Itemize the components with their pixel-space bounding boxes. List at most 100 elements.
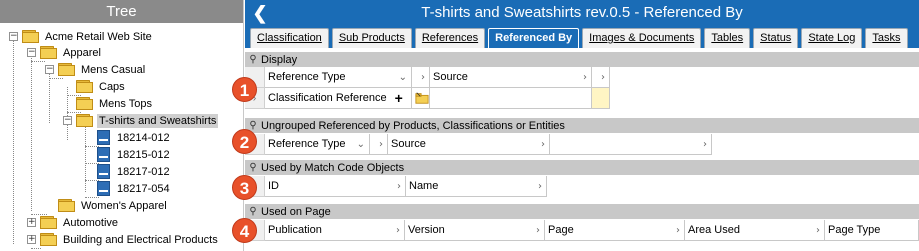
reference-type-cell[interactable]: Classification Reference + bbox=[265, 88, 412, 109]
tree-node-label: Mens Tops bbox=[99, 97, 152, 110]
callout-badge-1: 1 bbox=[232, 77, 257, 102]
ungrouped-header-row: Reference Type ⌄ › Source › › bbox=[245, 134, 712, 155]
chevron-down-icon[interactable]: ⌄ bbox=[399, 67, 407, 88]
callout-badge-4: 4 bbox=[232, 218, 257, 243]
column-header-name[interactable]: Name › bbox=[406, 176, 547, 197]
tab-strip: Classification Sub Products References R… bbox=[245, 26, 919, 48]
product-icon bbox=[96, 147, 111, 162]
chevron-right-icon: › bbox=[703, 139, 707, 150]
column-expander[interactable]: › bbox=[412, 67, 430, 88]
pin-icon[interactable]: ⚲ bbox=[245, 52, 261, 67]
tree-node-18214-012[interactable]: 18214-012 bbox=[96, 129, 172, 146]
tree-node-womens-apparel[interactable]: Women's Apparel bbox=[58, 197, 169, 214]
product-icon bbox=[96, 164, 111, 179]
tree-panel: Tree − Acme Retail Web Site − Apparel − bbox=[0, 0, 244, 251]
column-header-source[interactable]: Source › bbox=[388, 134, 550, 155]
column-header-page[interactable]: Page › bbox=[545, 220, 685, 241]
section-display-header[interactable]: ⚲ Display bbox=[245, 52, 919, 67]
folder-icon bbox=[58, 63, 75, 76]
tree-node-label: Apparel bbox=[63, 46, 101, 59]
folder-icon bbox=[76, 114, 93, 127]
source-edit-cell[interactable] bbox=[592, 88, 610, 109]
column-expander[interactable]: › bbox=[370, 134, 388, 155]
tree-node-label: Women's Apparel bbox=[81, 199, 167, 212]
tree-node-acme-retail-web-site[interactable]: Acme Retail Web Site bbox=[22, 28, 154, 45]
tree-node-label: Building and Electrical Products bbox=[63, 233, 218, 246]
tab-references[interactable]: References bbox=[414, 28, 486, 48]
folder-icon bbox=[40, 233, 57, 246]
reference-type-value: Classification Reference bbox=[268, 92, 387, 104]
folder-icon bbox=[22, 30, 39, 43]
section-used-on-page-header[interactable]: ⚲ Used on Page bbox=[245, 204, 919, 219]
section-match-code-header[interactable]: ⚲ Used by Match Code Objects bbox=[245, 160, 919, 175]
tab-classification[interactable]: Classification bbox=[250, 28, 329, 48]
collapse-toggle[interactable]: − bbox=[27, 48, 36, 57]
pin-icon[interactable]: ⚲ bbox=[245, 204, 261, 219]
tree-node-mens-tops[interactable]: Mens Tops bbox=[76, 95, 154, 112]
column-header-source[interactable]: Source › bbox=[430, 67, 592, 88]
tree-node-t-shirts-and-sweatshirts[interactable]: T-shirts and Sweatshirts bbox=[76, 112, 219, 129]
tab-sub-products[interactable]: Sub Products bbox=[331, 28, 412, 48]
tree-node-18217-054[interactable]: 18217-054 bbox=[96, 180, 172, 197]
display-header-row: Reference Type ⌄ › Source › › bbox=[245, 67, 610, 88]
column-header-version[interactable]: Version › bbox=[405, 220, 545, 241]
column-empty[interactable]: › bbox=[550, 134, 712, 155]
chevron-down-icon[interactable]: ⌄ bbox=[357, 134, 365, 155]
folder-icon bbox=[76, 97, 93, 110]
match-code-header-row: ID › Name › bbox=[245, 176, 547, 197]
tab-tables[interactable]: Tables bbox=[704, 28, 751, 48]
tree-header: Tree bbox=[0, 0, 243, 23]
expand-toggle[interactable]: + bbox=[27, 235, 36, 244]
tab-state-log[interactable]: State Log bbox=[801, 28, 863, 48]
expand-toggle[interactable]: + bbox=[27, 218, 36, 227]
page-title: T-shirts and Sweatshirts rev.0.5 - Refer… bbox=[421, 4, 743, 21]
folder-icon bbox=[58, 199, 75, 212]
section-title: Used on Page bbox=[261, 205, 331, 218]
folder-icon bbox=[76, 80, 93, 93]
column-header-publication[interactable]: Publication › bbox=[265, 220, 405, 241]
chevron-right-icon: › bbox=[397, 181, 401, 192]
tab-referenced-by[interactable]: Referenced By bbox=[488, 28, 580, 48]
tree-node-18217-012[interactable]: 18217-012 bbox=[96, 163, 172, 180]
chevron-right-icon: › bbox=[541, 139, 545, 150]
column-header-area-used[interactable]: Area Used › bbox=[685, 220, 825, 241]
tree-node-label: 18214-012 bbox=[117, 131, 170, 144]
column-expander[interactable]: › bbox=[592, 67, 610, 88]
tree-node-automotive[interactable]: Automotive bbox=[40, 214, 120, 231]
tree-node-label: Mens Casual bbox=[81, 63, 146, 76]
tree-node-mens-casual[interactable]: Mens Casual bbox=[58, 61, 147, 78]
add-icon[interactable]: + bbox=[395, 90, 403, 106]
section-title: Ungrouped Referenced by Products, Classi… bbox=[261, 119, 565, 132]
callout-badge-2: 2 bbox=[232, 129, 257, 154]
collapse-toggle[interactable]: − bbox=[9, 32, 18, 41]
display-data-row[interactable]: › Classification Reference + bbox=[245, 88, 610, 109]
column-header-page-type[interactable]: Page Type bbox=[825, 220, 919, 241]
chevron-right-icon: › bbox=[536, 225, 540, 236]
source-value-cell[interactable] bbox=[430, 88, 592, 109]
tab-images-documents[interactable]: Images & Documents bbox=[582, 28, 702, 48]
section-title: Used by Match Code Objects bbox=[261, 161, 405, 174]
tree-node-label: 18215-012 bbox=[117, 148, 170, 161]
tab-tasks[interactable]: Tasks bbox=[865, 28, 908, 48]
product-icon bbox=[96, 130, 111, 145]
tree-node-apparel[interactable]: Apparel bbox=[40, 44, 103, 61]
column-header-id[interactable]: ID › bbox=[265, 176, 406, 197]
pin-icon[interactable]: ⚲ bbox=[245, 160, 261, 175]
column-header-reference-type[interactable]: Reference Type ⌄ bbox=[265, 67, 412, 88]
tree-node-label: Automotive bbox=[63, 216, 119, 229]
folder-picker-icon[interactable] bbox=[415, 91, 429, 105]
tree-node-18215-012[interactable]: 18215-012 bbox=[96, 146, 172, 163]
column-header-reference-type[interactable]: Reference Type ⌄ bbox=[265, 134, 370, 155]
collapse-toggle[interactable]: − bbox=[45, 65, 54, 74]
tree-node-building-and-electrical-products[interactable]: Building and Electrical Products bbox=[40, 231, 220, 248]
tab-status[interactable]: Status bbox=[753, 28, 799, 48]
tree-node-label: 18217-054 bbox=[117, 182, 170, 195]
source-picker-cell[interactable] bbox=[412, 88, 430, 109]
chevron-right-icon: › bbox=[538, 181, 542, 192]
tree-node-caps[interactable]: Caps bbox=[76, 78, 127, 95]
folder-icon bbox=[40, 216, 57, 229]
section-ungrouped-header[interactable]: ⚲ Ungrouped Referenced by Products, Clas… bbox=[245, 118, 919, 133]
folder-icon bbox=[40, 46, 57, 59]
collapse-toggle[interactable]: − bbox=[63, 116, 72, 125]
chevron-right-icon: › bbox=[583, 72, 587, 83]
